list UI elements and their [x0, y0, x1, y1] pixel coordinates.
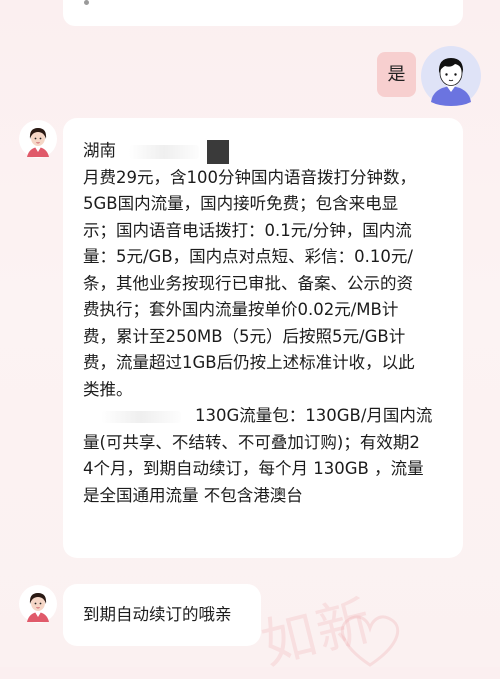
user-reply-bubble: 是 [377, 52, 416, 97]
previous-message-bubble [63, 0, 463, 26]
user-avatar[interactable] [421, 46, 481, 106]
package-first-line: 130G流量包：130GB/月国内流 [195, 406, 433, 425]
plan-detail-line: 示；国内语音电话拨打：0.1元/分钟，国内流 [83, 220, 412, 240]
package-detail-line: 量(可共享、不结转、不可叠加订购)；有效期2 [83, 432, 420, 452]
plan-detail-line: 费，流量超过1GB后仍按上述标准计收，以此 [83, 353, 415, 372]
watermark-heart-icon [340, 615, 400, 667]
plan-detail-line: 量：5元/GB，国内点对点短、彩信：0.10元/ [83, 247, 413, 266]
region-line: 湖南 [83, 138, 447, 165]
plan-detail-line: 类推。 [83, 379, 133, 399]
plan-detail-line: 条，其他业务按现行已审批、备案、公示的资 [83, 273, 413, 293]
agent-avatar-icon [19, 585, 57, 623]
plan-detail-line: 5GB国内流量，国内接听免费；包含来电显 [83, 194, 399, 213]
blurred-plan-name [129, 144, 200, 159]
previous-message-text [84, 0, 89, 5]
package-detail-line: 4个月，到期自动续订，每个月 130GB ，流量 [83, 459, 424, 478]
agent-avatar[interactable] [19, 120, 57, 158]
plan-detail-line: 费执行；套外国内流量按单价0.02元/MB计 [83, 300, 399, 319]
agent-message-bubble: 湖南 月费29元，含100分钟国内语音拨打分钟数， 5GB国内流量，国内接听免费… [63, 118, 463, 558]
agent-followup-bubble: 到期自动续订的哦亲 [63, 584, 261, 646]
blurred-package-name [101, 410, 181, 423]
plan-detail-line: 月费29元，含100分钟国内语音拨打分钟数， [83, 167, 416, 187]
watermark-text: 如新 [255, 588, 380, 677]
agent-avatar-icon [19, 120, 57, 158]
package-line: 130G流量包：130GB/月国内流 [83, 403, 447, 430]
package-detail-line: 是全国通用流量 不包含港澳台 [83, 485, 303, 505]
agent-avatar[interactable] [19, 585, 57, 623]
redaction-block [206, 139, 229, 164]
region-label: 湖南 [83, 141, 116, 160]
user-avatar-icon [421, 46, 481, 106]
plan-detail-line: 费，累计至250MB（5元）后按照5元/GB计 [83, 326, 406, 346]
